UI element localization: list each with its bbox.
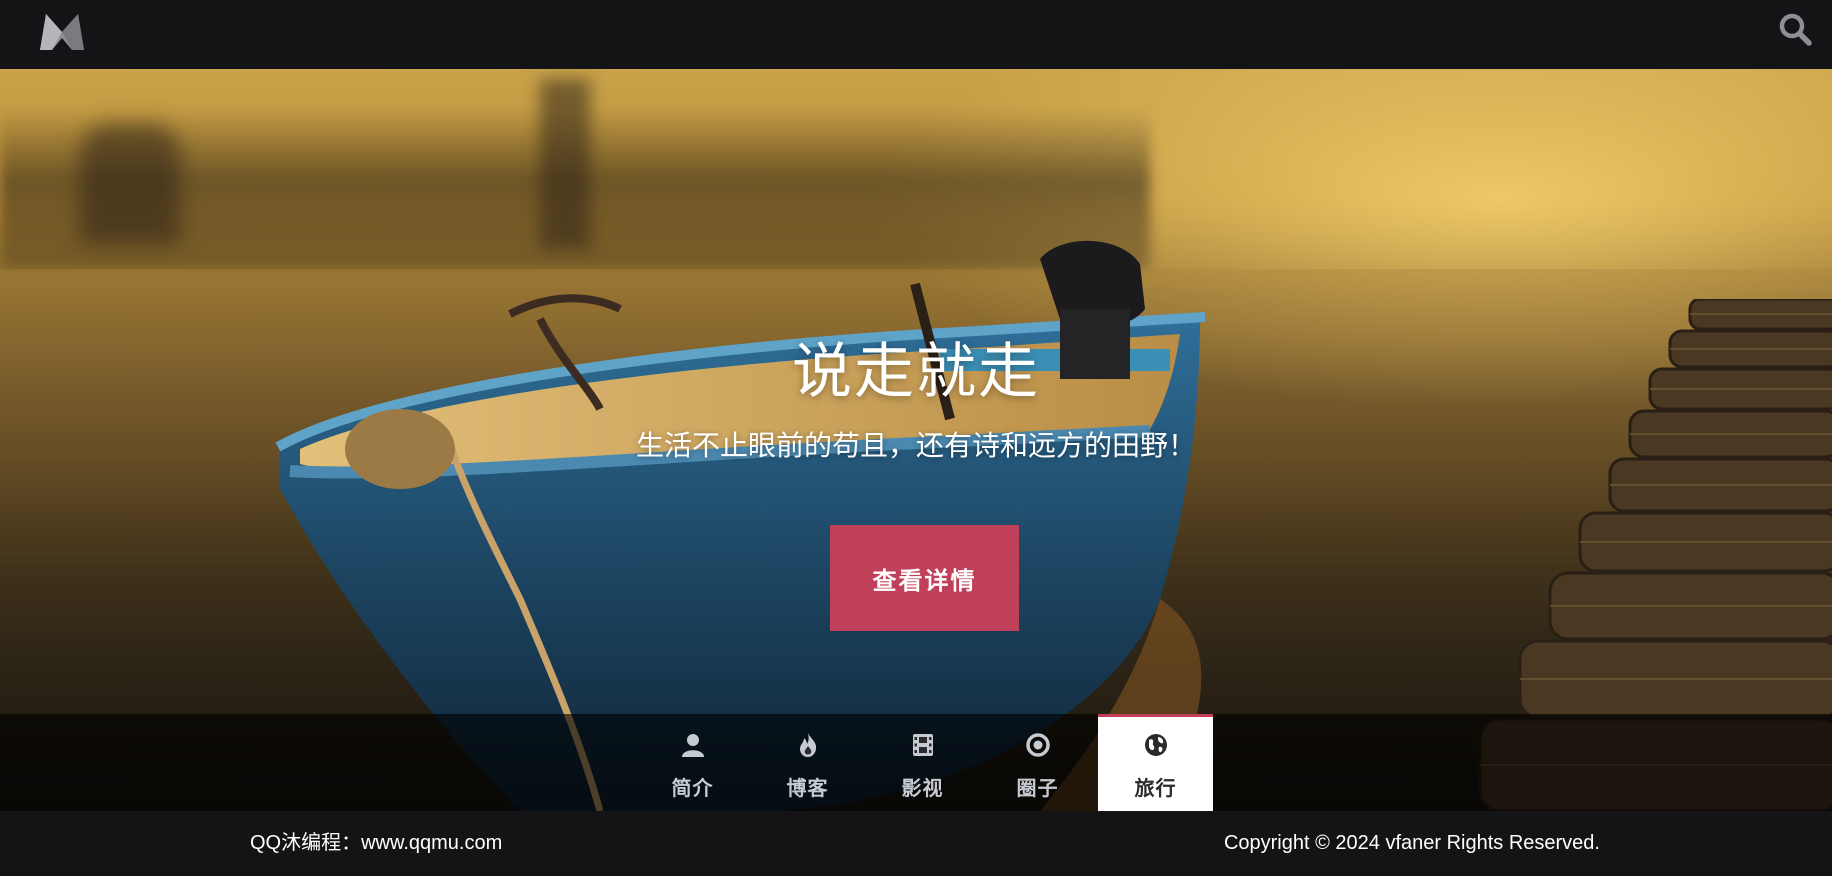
nav-item-circle[interactable]: 圈子 <box>980 714 1095 811</box>
nav-item-label: 简介 <box>671 776 714 800</box>
search-icon[interactable] <box>1776 10 1816 50</box>
hero-text-block: 说走就走 生活不止眼前的苟且，还有诗和远方的田野！ <box>0 334 1832 466</box>
footer-site-link[interactable]: QQ沐编程：www.qqmu.com <box>250 811 502 876</box>
user-icon <box>681 734 704 757</box>
nav-item-travel[interactable]: 旅行 <box>1098 714 1213 811</box>
page-footer: QQ沐编程：www.qqmu.com Copyright © 2024 vfan… <box>0 811 1832 876</box>
nav-item-video[interactable]: 影视 <box>865 714 980 811</box>
top-header <box>0 0 1832 69</box>
nav-item-blog[interactable]: 博客 <box>750 714 865 811</box>
nav-item-intro[interactable]: 简介 <box>635 714 750 811</box>
fire-icon <box>799 733 816 757</box>
film-icon <box>912 734 933 756</box>
hero-subtitle: 生活不止眼前的苟且，还有诗和远方的田野！ <box>635 429 1196 462</box>
background-tower <box>540 79 590 249</box>
view-details-button[interactable]: 查看详情 <box>830 525 1019 631</box>
globe-icon <box>1144 734 1167 756</box>
background-tree <box>80 124 180 244</box>
m-logo-icon[interactable] <box>38 12 86 52</box>
nav-item-label: 圈子 <box>1016 776 1059 800</box>
footer-copyright: Copyright © 2024 vfaner Rights Reserved. <box>1223 832 1600 854</box>
circle-dot-icon <box>1025 733 1050 757</box>
nav-item-label: 影视 <box>901 776 944 800</box>
nav-item-label: 博客 <box>786 776 829 800</box>
nav-item-label: 旅行 <box>1134 776 1177 800</box>
section-nav: 简介 博客 影视 圈子 旅行 <box>0 714 1832 811</box>
hero-title: 说走就走 <box>792 337 1040 407</box>
hero-banner: 说走就走 生活不止眼前的苟且，还有诗和远方的田野！ 查看详情 简介 博客 影视 … <box>0 69 1832 811</box>
